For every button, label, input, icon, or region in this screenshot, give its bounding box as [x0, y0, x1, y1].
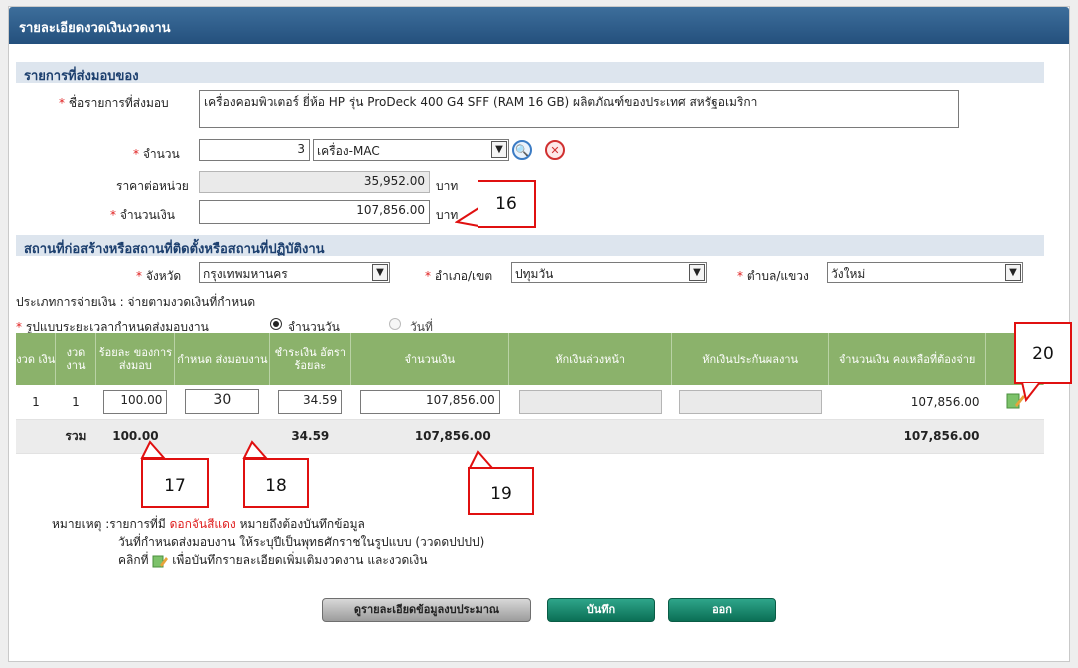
cell-due: 30 [174, 385, 270, 420]
search-icon[interactable]: 🔍 [512, 140, 532, 160]
amount-input[interactable]: 107,856.00 [359, 389, 500, 414]
radio-days[interactable] [270, 318, 282, 330]
col-due: กำหนด ส่งมอบงาน [174, 333, 271, 385]
total-label: รวม [55, 419, 96, 454]
cell-advance [508, 385, 672, 420]
installment-table: งวด เงิน งวด งาน ร้อยละ ของการ ส่งมอบ กำ… [16, 333, 1044, 454]
table-header-row: งวด เงิน งวด งาน ร้อยละ ของการ ส่งมอบ กำ… [16, 333, 1044, 385]
total-action-blank [985, 419, 1044, 454]
callout-18: 18 [243, 458, 309, 508]
note-line-2: วันที่กำหนดส่งมอบงาน ให้ระบุปีเป็นพุทธศั… [118, 535, 485, 549]
quantity-label: * จำนวน [133, 147, 180, 161]
district-label: * อำเภอ/เขต [425, 269, 493, 283]
col-pay-rate: ชำระเงิน อัตรา ร้อยละ [269, 333, 352, 385]
quantity-field[interactable]: 3 [199, 139, 310, 161]
note-line-1: หมายเหตุ :รายการที่มี ดอกจันสีแดง หมายถึ… [52, 517, 365, 531]
chevron-down-icon: ▼ [689, 264, 705, 281]
total-advance-blank [508, 419, 672, 454]
radio-date[interactable] [389, 318, 401, 330]
note-line-3: คลิกที่ เพื่อบันทึกรายละเอียดเพิ่มเติมงว… [118, 553, 428, 567]
cell-amount: 107,856.00 [350, 385, 509, 420]
amount-field[interactable]: 107,856.00 [199, 200, 430, 224]
payment-type-text: ประเภทการจ่ายเงิน : จ่ายตามงวดเงินที่กำห… [16, 295, 256, 309]
save-button[interactable]: บันทึก [547, 598, 655, 622]
exit-button[interactable]: ออก [668, 598, 776, 622]
advance-input [518, 389, 662, 414]
callout-17-pointer [140, 440, 167, 459]
total-pay-rate: 34.59 [269, 419, 351, 454]
item-name-label: * ชื่อรายการที่ส่งมอบ [59, 96, 169, 110]
province-label: * จังหวัด [136, 269, 182, 283]
total-row: รวม 100.00 34.59 107,856.00 107,856.00 [16, 419, 1044, 454]
unit-select-value: เครื่อง-MAC [317, 144, 380, 158]
callout-20-pointer [1020, 382, 1042, 403]
total-guarantee-blank [671, 419, 829, 454]
chevron-down-icon: ▼ [1005, 264, 1021, 281]
section-items-header: รายการที่ส่งมอบของ [16, 62, 1044, 84]
page-title: รายละเอียดงวดเงินงวดงาน [9, 7, 1069, 44]
col-period-money: งวด เงิน [16, 333, 57, 385]
unit-select[interactable]: เครื่อง-MAC ▼ [313, 139, 509, 161]
province-select-value: กรุงเทพมหานคร [203, 267, 288, 281]
cell-percent: 100.00 [95, 385, 175, 420]
cell-pay-rate: 34.59 [269, 385, 351, 420]
subdistrict-select-value: วังใหม่ [831, 267, 866, 281]
chevron-down-icon: ▼ [491, 141, 507, 158]
cell-period-money: 1 [16, 385, 56, 420]
edit-note-icon [152, 555, 169, 567]
col-advance: หักเงินล่วงหน้า [508, 333, 673, 385]
district-select-value: ปทุมวัน [515, 267, 554, 281]
cell-guarantee [671, 385, 829, 420]
district-select[interactable]: ปทุมวัน ▼ [511, 262, 707, 283]
col-amount: จำนวนเงิน [350, 333, 510, 385]
callout-18-pointer [242, 440, 269, 459]
total-blank [16, 419, 56, 454]
chevron-down-icon: ▼ [372, 264, 388, 281]
callout-20: 20 [1014, 322, 1072, 384]
callout-19: 19 [468, 467, 534, 515]
province-select[interactable]: กรุงเทพมหานคร ▼ [199, 262, 390, 283]
table-row: 1 1 100.00 30 34.59 107,856.00 107,856.0… [16, 385, 1044, 420]
callout-17: 17 [141, 458, 209, 508]
section-location-header: สถานที่ก่อสร้างหรือสถานที่ติดตั้งหรือสถา… [16, 235, 1044, 257]
radio-days-dot [273, 321, 279, 327]
subdistrict-select[interactable]: วังใหม่ ▼ [827, 262, 1023, 283]
amount-label: * จำนวนเงิน [110, 208, 175, 222]
guarantee-input [678, 389, 822, 414]
col-remaining: จำนวนเงิน คงเหลือที่ต้องจ่าย [828, 333, 986, 385]
col-period-work: งวด งาน [55, 333, 97, 385]
item-name-field[interactable]: เครื่องคอมพิวเตอร์ ยี่ห้อ HP รุ่น ProDec… [199, 90, 959, 128]
subdistrict-label: * ตำบล/แขวง [737, 269, 809, 283]
cell-period-work: 1 [55, 385, 96, 420]
col-guarantee: หักเงินประกันผลงาน [671, 333, 830, 385]
clear-icon[interactable]: ✕ [545, 140, 565, 160]
unit-price-field: 35,952.00 [199, 171, 430, 193]
unit-price-label: ราคาต่อหน่วย [116, 179, 189, 193]
pay-rate-input[interactable]: 34.59 [278, 389, 343, 414]
due-input[interactable]: 30 [185, 389, 260, 415]
percent-input[interactable]: 100.00 [103, 389, 168, 414]
col-percent: ร้อยละ ของการ ส่งมอบ [95, 333, 176, 385]
budget-details-button[interactable]: ดูรายละเอียดข้อมูลงบประมาณ [322, 598, 531, 622]
total-remaining: 107,856.00 [828, 419, 986, 454]
callout-16: 16 [478, 180, 536, 228]
cell-remaining: 107,856.00 [828, 385, 986, 420]
